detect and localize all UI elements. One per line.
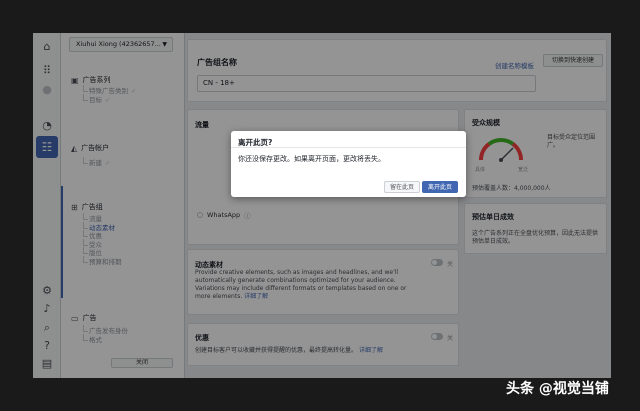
ads-manager-window: ⌂ ⠿ ● ◔ ☷ ⚙ ♪ ⌕ ? ▤ Xiuhui Xiong (423626… [33,33,611,378]
stay-on-page-button[interactable]: 留在此页 [383,181,420,193]
watermark-text: 头条 @视觉当铺 [506,381,609,397]
modal-overlay [33,33,611,378]
dialog-actions: 留在此页 离开此页 [383,181,458,193]
leave-page-dialog: 离开此页? 你还没保存更改。如果离开页面，更改将丢失。 留在此页 离开此页 [231,131,466,197]
leave-page-button[interactable]: 离开此页 [421,181,458,193]
dialog-message: 你还没保存更改。如果离开页面，更改将丢失。 [238,155,385,163]
dialog-title: 离开此页? [231,131,466,148]
watermark: 头条 @视觉当铺 [506,378,609,398]
